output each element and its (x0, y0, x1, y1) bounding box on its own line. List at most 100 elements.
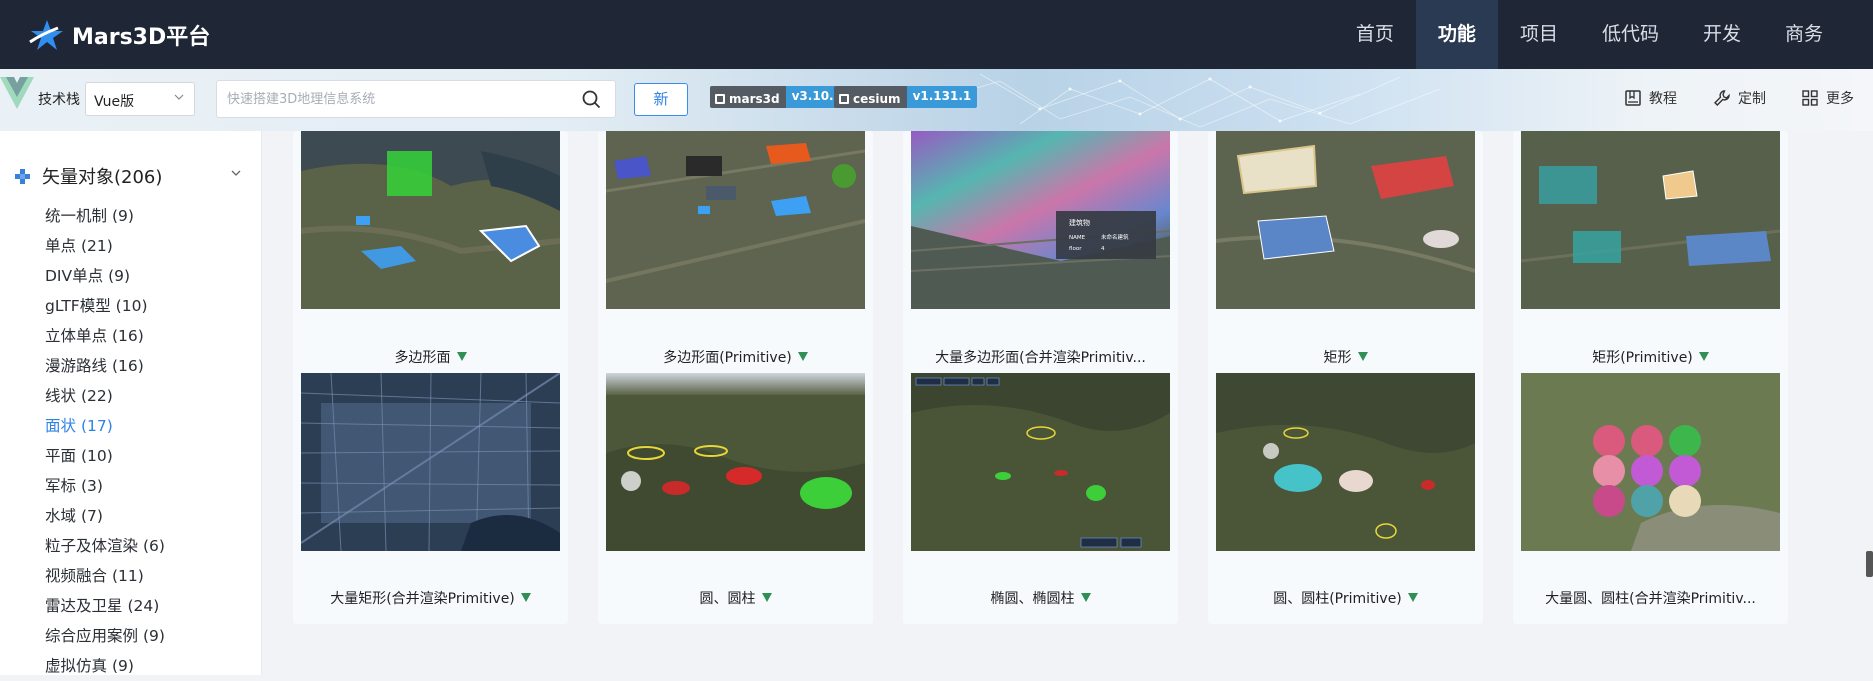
card-thumbnail (606, 131, 865, 309)
item-count: (6) (142, 537, 165, 555)
tag-triangle-icon (761, 593, 772, 602)
sidebar-item[interactable]: 军标 (3) (45, 471, 165, 501)
sidebar-item[interactable]: 综合应用案例 (9) (45, 621, 165, 651)
sidebar-item[interactable]: 平面 (10) (45, 441, 165, 471)
card-title-text: 大量多边形面(合并渲染Primitiv... (935, 350, 1146, 366)
item-label: 虚拟仿真 (45, 657, 108, 675)
search-icon[interactable] (582, 90, 601, 109)
sidebar: 矢量对象(206) 统一机制 (9) 单点 (21) DIV单点 (9) gLT… (0, 131, 262, 675)
scrollbar-thumb[interactable] (1866, 551, 1873, 577)
example-card[interactable]: 大量圆、圆柱(合并渲染Primitiv... (1513, 373, 1788, 624)
item-label: gLTF模型 (45, 297, 111, 315)
example-card[interactable]: 大量矩形(合并渲染Primitive) (293, 373, 568, 624)
card-title-text: 多边形面 (394, 350, 451, 366)
item-label: 漫游路线 (45, 357, 108, 375)
mars3d-version-badge[interactable]: mars3d v3.10.0 (710, 86, 848, 108)
item-count: (24) (127, 597, 160, 615)
example-grid: 多边形面 多边形面(Primitive) 建筑物 NAME 未命名建筑 floo… (262, 131, 1873, 675)
example-card[interactable]: 多边形面(Primitive) (598, 131, 873, 383)
item-count: (22) (80, 387, 113, 405)
map-thumbnail-massive-polygon: 建筑物 NAME 未命名建筑 floor 4 (911, 131, 1170, 309)
vue-logo-icon (0, 77, 34, 109)
item-count: (10) (80, 447, 113, 465)
tag-triangle-icon (456, 352, 467, 361)
customize-link[interactable]: 定制 (1713, 88, 1766, 108)
card-title-text: 圆、圆柱(Primitive) (1273, 591, 1402, 607)
brand-name: Mars3D平台 (72, 24, 211, 50)
sidebar-item[interactable]: 雷达及卫星 (24) (45, 591, 165, 621)
cubes-icon (15, 168, 30, 184)
example-card[interactable]: 圆、圆柱(Primitive) (1208, 373, 1483, 624)
item-count: (10) (115, 297, 148, 315)
tag-triangle-icon (1698, 352, 1709, 361)
brand-logo[interactable]: Mars3D平台 (28, 18, 210, 52)
sidebar-item[interactable]: 线状 (22) (45, 381, 165, 411)
badge-version: v1.131.1 (906, 86, 978, 108)
popup-key: NAME (1069, 235, 1086, 241)
example-card[interactable]: 矩形(Primitive) (1513, 131, 1788, 383)
tutorial-link[interactable]: 教程 (1624, 88, 1677, 108)
sidebar-list: 统一机制 (9) 单点 (21) DIV单点 (9) gLTF模型 (10) 立… (45, 201, 165, 681)
item-label: 线状 (45, 387, 77, 405)
card-title-text: 圆、圆柱 (699, 591, 756, 607)
item-count: (17) (80, 417, 113, 435)
example-card[interactable]: 矩形 (1208, 131, 1483, 383)
more-label: 更多 (1826, 91, 1854, 107)
sidebar-item[interactable]: 统一机制 (9) (45, 201, 165, 231)
map-thumbnail-polygon-primitive (606, 131, 865, 309)
tutorial-label: 教程 (1649, 91, 1677, 107)
map-thumbnail-rectangle-primitive (1521, 131, 1780, 309)
card-thumbnail (1216, 373, 1475, 551)
card-title-text: 多边形面(Primitive) (663, 350, 792, 366)
popup-val: 4 (1101, 246, 1105, 252)
nav-features[interactable]: 功能 (1415, 0, 1498, 69)
sidebar-item[interactable]: 单点 (21) (45, 231, 165, 261)
card-title: 矩形(Primitive) (1513, 347, 1788, 367)
tech-stack-select[interactable]: Vue版 (85, 82, 195, 116)
item-count: (11) (111, 567, 144, 585)
card-title: 大量矩形(合并渲染Primitive) (293, 588, 568, 608)
badge-name: cesium (853, 91, 901, 106)
sidebar-item[interactable]: 水域 (7) (45, 501, 165, 531)
cesium-version-badge[interactable]: cesium v1.131.1 (834, 86, 978, 108)
nav-lowcode[interactable]: 低代码 (1580, 0, 1681, 69)
nav-develop[interactable]: 开发 (1681, 0, 1763, 69)
sidebar-item[interactable]: gLTF模型 (10) (45, 291, 165, 321)
item-label: 平面 (45, 447, 77, 465)
book-icon (1625, 90, 1641, 106)
sidebar-item-active[interactable]: 面状 (17) (45, 411, 165, 441)
popup-key: floor (1069, 246, 1082, 252)
more-link[interactable]: 更多 (1801, 88, 1854, 108)
new-button[interactable]: 新 (634, 83, 688, 116)
card-title: 多边形面 (293, 347, 568, 367)
nav-home[interactable]: 首页 (1334, 0, 1416, 69)
nav-projects[interactable]: 项目 (1498, 0, 1580, 69)
sidebar-item[interactable]: 漫游路线 (16) (45, 351, 165, 381)
search-input[interactable] (227, 81, 567, 117)
tag-triangle-icon (1080, 593, 1091, 602)
card-thumbnail (301, 131, 560, 309)
card-thumbnail (606, 373, 865, 551)
example-card[interactable]: 椭圆、椭圆柱 (903, 373, 1178, 624)
sidebar-item[interactable]: 虚拟仿真 (9) (45, 651, 165, 681)
example-card[interactable]: 多边形面 (293, 131, 568, 383)
sidebar-item[interactable]: 立体单点 (16) (45, 321, 165, 351)
sidebar-item[interactable]: 粒子及体渲染 (6) (45, 531, 165, 561)
customize-label: 定制 (1738, 91, 1766, 107)
item-label: 雷达及卫星 (45, 597, 123, 615)
main-nav: 首页 功能 项目 低代码 开发 商务 (1334, 0, 1873, 69)
card-thumbnail (1521, 131, 1780, 309)
tag-triangle-icon (520, 593, 531, 602)
example-card[interactable]: 建筑物 NAME 未命名建筑 floor 4 大量多边形面(合并渲染Primit… (903, 131, 1178, 383)
item-label: 面状 (45, 417, 77, 435)
sidebar-item[interactable]: 视频融合 (11) (45, 561, 165, 591)
nav-business[interactable]: 商务 (1763, 0, 1845, 69)
sidebar-item[interactable]: DIV单点 (9) (45, 261, 165, 291)
example-card[interactable]: 圆、圆柱 (598, 373, 873, 624)
chevron-down-icon (174, 94, 184, 100)
badge-label: cesium (834, 86, 907, 108)
top-nav-bar: Mars3D平台 首页 功能 项目 低代码 开发 商务 (0, 0, 1873, 69)
category-header[interactable]: 矢量对象(206) (14, 163, 254, 189)
card-title-text: 大量矩形(合并渲染Primitive) (330, 591, 515, 607)
item-count: (21) (80, 237, 113, 255)
